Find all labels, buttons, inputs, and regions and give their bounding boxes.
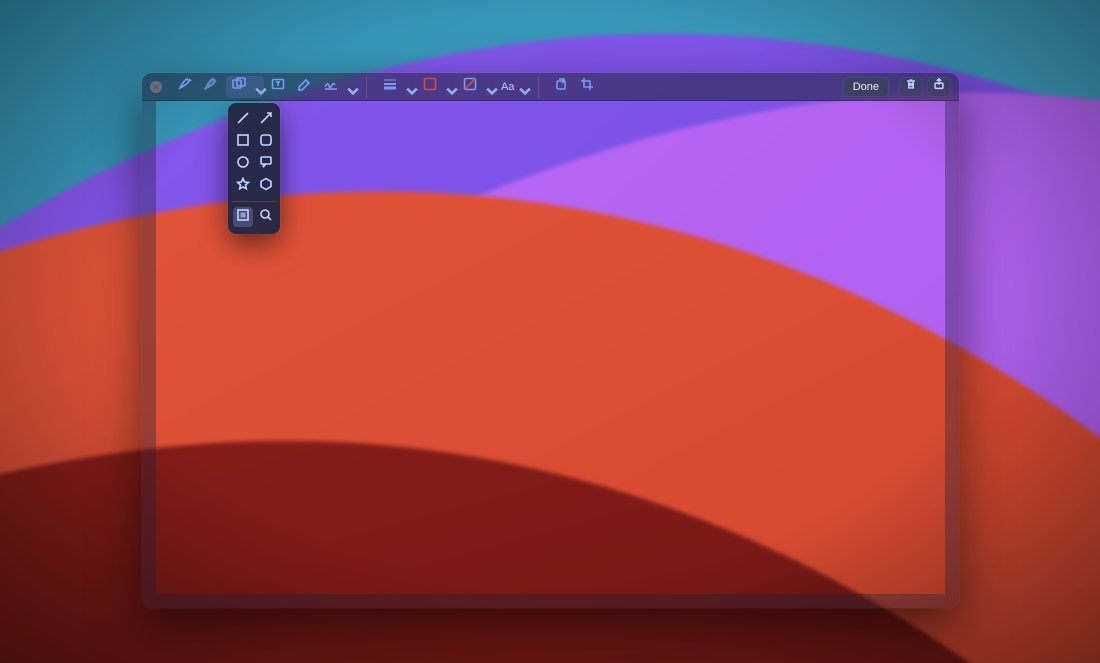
share-button[interactable] [927, 77, 951, 97]
chevron-down-icon [345, 83, 353, 91]
highlighter-icon [204, 76, 220, 97]
font-style-button[interactable]: Aa [497, 76, 528, 98]
chevron-down-icon [404, 83, 412, 91]
markup-toolbar: Aa Done [142, 73, 959, 101]
border-color-swatch [422, 76, 438, 97]
chevron-down-icon [517, 83, 525, 91]
close-window-button[interactable] [150, 81, 162, 93]
fill-color-swatch [462, 76, 478, 97]
text-tool-button[interactable] [266, 76, 290, 98]
signature-icon [323, 76, 339, 97]
shapes-icon [231, 76, 247, 97]
crop-button[interactable] [575, 76, 599, 98]
chevron-down-icon [444, 83, 452, 91]
rotate-button[interactable] [549, 76, 573, 98]
highlighter-tool-button[interactable] [200, 76, 224, 98]
line-weight-button[interactable] [377, 76, 415, 98]
screenshot-canvas[interactable] [142, 101, 959, 608]
done-button[interactable]: Done [843, 77, 889, 97]
pen-tool-button[interactable] [174, 76, 198, 98]
screenshot-editor-window: Aa Done [142, 73, 959, 608]
share-icon [932, 77, 946, 96]
fill-color-button[interactable] [457, 76, 495, 98]
chevron-down-icon [484, 83, 492, 91]
border-color-button[interactable] [417, 76, 455, 98]
crop-icon [579, 76, 595, 97]
text-icon [270, 76, 286, 97]
highlight-area-tool-button[interactable] [292, 76, 316, 98]
done-label: Done [853, 81, 879, 93]
chevron-down-icon [253, 83, 261, 91]
shapes-tool-button[interactable] [226, 76, 264, 98]
signature-tool-button[interactable] [318, 76, 356, 98]
trash-icon [904, 77, 918, 96]
font-style-label: Aa [501, 81, 514, 93]
trash-button[interactable] [899, 77, 923, 97]
rotate-icon [553, 76, 569, 97]
line-weight-icon [382, 76, 398, 97]
highlight-area-icon [296, 76, 312, 97]
pen-icon [178, 76, 194, 97]
